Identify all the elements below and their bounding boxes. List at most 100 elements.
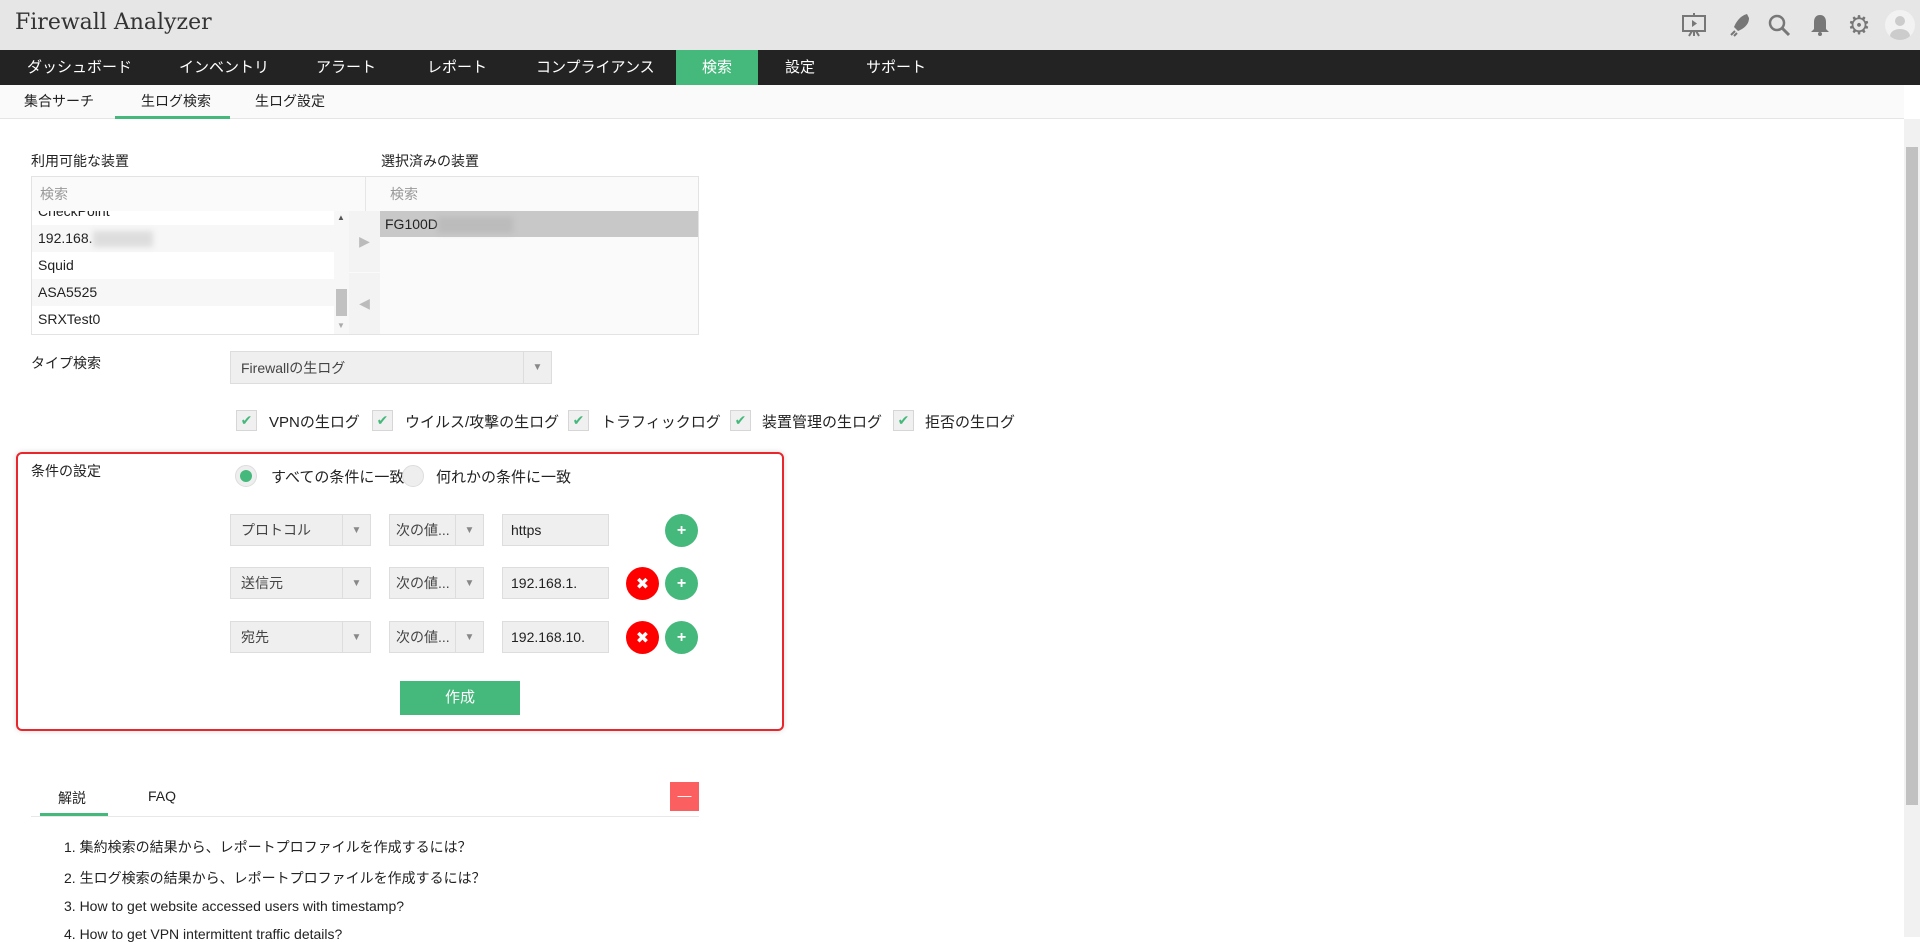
nav-support[interactable]: サポート: [866, 50, 926, 85]
radio-label: すべての条件に一致: [271, 469, 405, 486]
checkbox-denied[interactable]: ✔: [893, 410, 914, 431]
page-scrollbar-thumb[interactable]: [1906, 147, 1918, 805]
bell-icon[interactable]: [1807, 12, 1833, 38]
create-button[interactable]: 作成: [400, 681, 520, 715]
condition-operator-select[interactable]: 次の値... ▼: [389, 567, 484, 599]
radio-match-any[interactable]: [402, 465, 424, 487]
condition-field-select[interactable]: プロトコル ▼: [230, 514, 371, 546]
remove-condition-button[interactable]: ✖: [626, 621, 659, 654]
selected-device-item[interactable]: FG100D: [380, 211, 698, 237]
chevron-down-icon: ▼: [342, 568, 370, 598]
nav-search[interactable]: 検索: [676, 50, 758, 85]
type-search-label: タイプ検索: [31, 355, 101, 371]
active-tab-underline: [115, 116, 230, 119]
checkbox-vpn[interactable]: ✔: [236, 410, 257, 431]
presentation-icon[interactable]: [1681, 12, 1707, 38]
list-item[interactable]: SRXTest0: [32, 306, 334, 333]
checkbox-virus[interactable]: ✔: [372, 410, 393, 431]
list-item[interactable]: CheckPoint: [32, 211, 334, 225]
search-icon[interactable]: [1766, 12, 1792, 38]
sub-nav: 集合サーチ 生ログ検索 生ログ設定: [0, 85, 1904, 119]
collapse-button[interactable]: —: [670, 782, 699, 811]
help-link[interactable]: 3. How to get website accessed users wit…: [64, 898, 404, 914]
condition-field-select[interactable]: 送信元 ▼: [230, 567, 371, 599]
remove-condition-button[interactable]: ✖: [626, 567, 659, 600]
chevron-down-icon: ▼: [342, 622, 370, 652]
condition-value-input[interactable]: 192.168.10.: [502, 621, 609, 653]
selected-devices-label: 選択済みの装置: [381, 153, 479, 169]
list-item[interactable]: 192.168.: [32, 225, 334, 252]
select-value: プロトコル: [241, 522, 311, 538]
list-scrollbar[interactable]: ▲ ▼: [334, 211, 349, 334]
list-scrollbar-thumb[interactable]: [336, 289, 347, 316]
chevron-down-icon: ▼: [342, 515, 370, 545]
tab-aggregate-search[interactable]: 集合サーチ: [24, 85, 94, 119]
radio-label: 何れかの条件に一致: [436, 469, 572, 486]
conditions-label: 条件の設定: [31, 463, 101, 479]
condition-value-input[interactable]: https: [502, 514, 609, 546]
select-value: 次の値...: [396, 575, 450, 591]
device-name: FG100D: [385, 216, 438, 232]
select-value: Firewallの生ログ: [241, 359, 346, 376]
list-item[interactable]: Squid: [32, 252, 334, 279]
select-value: 送信元: [241, 575, 283, 591]
select-value: 次の値...: [396, 522, 450, 538]
nav-settings[interactable]: 設定: [785, 50, 815, 85]
redacted: [92, 231, 153, 248]
condition-operator-select[interactable]: 次の値... ▼: [389, 514, 484, 546]
scroll-up-icon[interactable]: ▲: [337, 213, 345, 222]
checkbox-label: VPNの生ログ: [269, 414, 360, 431]
device-name: ASA5525: [38, 284, 98, 300]
available-device-list: CheckPoint 192.168. Squid ASA5525 SRXTes…: [32, 211, 334, 334]
selected-search-input[interactable]: 検索: [365, 177, 698, 212]
nav-alerts[interactable]: アラート: [316, 50, 376, 85]
move-left-button[interactable]: ◀: [349, 273, 380, 334]
add-condition-button[interactable]: +: [665, 567, 698, 600]
chevron-down-icon: ▼: [455, 515, 483, 545]
help-link[interactable]: 4. How to get VPN intermittent traffic d…: [64, 926, 342, 942]
rocket-icon[interactable]: [1726, 12, 1752, 38]
chevron-down-icon: ▼: [455, 568, 483, 598]
help-link[interactable]: 2. 生ログ検索の結果から、レポートプロファイルを作成するには？: [64, 868, 486, 888]
move-right-button[interactable]: ▶: [349, 211, 380, 272]
tab-explanation[interactable]: 解説: [58, 788, 86, 808]
type-search-select[interactable]: Firewallの生ログ ▼: [230, 351, 552, 384]
condition-field-select[interactable]: 宛先 ▼: [230, 621, 371, 653]
select-value: 次の値...: [396, 629, 450, 645]
nav-compliance[interactable]: コンプライアンス: [536, 50, 655, 85]
checkbox-label: トラフィックログ: [601, 414, 721, 431]
checkbox-label: ウイルス/攻撃の生ログ: [405, 414, 560, 431]
available-devices-label: 利用可能な装置: [31, 153, 129, 169]
checkbox-label: 拒否の生ログ: [925, 414, 1016, 431]
condition-value-input[interactable]: 192.168.1.: [502, 567, 609, 599]
radio-match-all[interactable]: [235, 465, 257, 487]
select-value: 宛先: [241, 629, 269, 645]
available-search-input[interactable]: 検索: [32, 177, 364, 212]
device-name: Squid: [38, 257, 74, 273]
nav-dashboard[interactable]: ダッシュボード: [27, 50, 132, 85]
nav-inventory[interactable]: インベントリ: [179, 50, 269, 85]
checkbox-label: 装置管理の生ログ: [762, 414, 883, 431]
device-name: SRXTest0: [38, 311, 101, 327]
app-title: Firewall Analyzer: [15, 10, 212, 35]
checkbox-device-mgmt[interactable]: ✔: [730, 410, 751, 431]
list-item[interactable]: ASA5525: [32, 279, 334, 306]
add-condition-button[interactable]: +: [665, 514, 698, 547]
main-nav: ダッシュボード インベントリ アラート レポート コンプライアンス 検索 設定 …: [0, 50, 1920, 85]
scroll-down-icon[interactable]: ▼: [337, 321, 345, 330]
tab-raw-log-search[interactable]: 生ログ検索: [141, 85, 211, 119]
user-avatar-icon[interactable]: [1885, 10, 1915, 40]
tab-faq[interactable]: FAQ: [148, 788, 176, 804]
header: [0, 0, 1920, 50]
nav-reports[interactable]: レポート: [427, 50, 487, 85]
device-name: 192.168.: [38, 230, 93, 246]
condition-operator-select[interactable]: 次の値... ▼: [389, 621, 484, 653]
gear-icon[interactable]: ⚙: [1846, 10, 1872, 40]
chevron-down-icon: ▼: [523, 352, 551, 383]
divider: [31, 816, 699, 817]
tab-raw-log-settings[interactable]: 生ログ設定: [255, 85, 325, 119]
help-link[interactable]: 1. 集約検索の結果から、レポートプロファイルを作成するには？: [64, 837, 472, 857]
checkbox-traffic[interactable]: ✔: [568, 410, 589, 431]
redacted: [437, 217, 513, 234]
add-condition-button[interactable]: +: [665, 621, 698, 654]
